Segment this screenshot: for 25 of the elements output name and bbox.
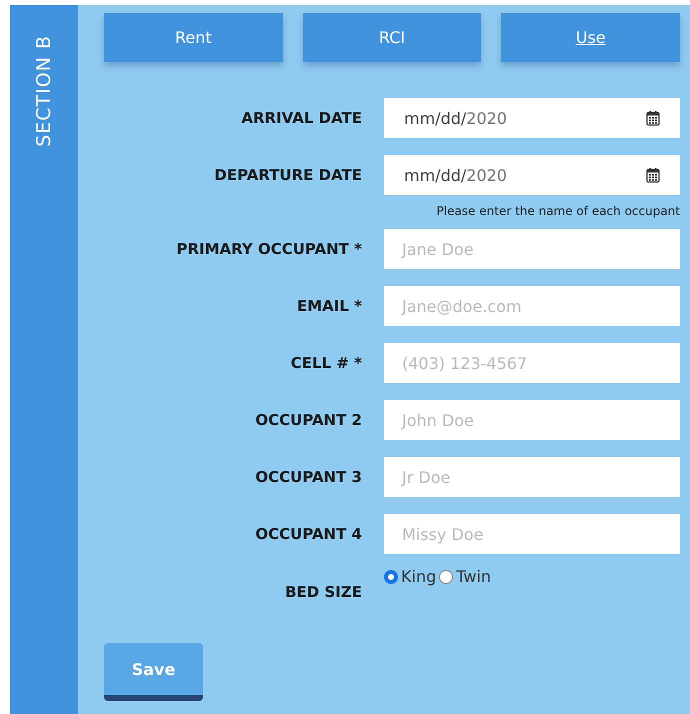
radio-label[interactable]: King: [401, 567, 436, 586]
input-field[interactable]: John Doe: [384, 400, 680, 440]
radio-label[interactable]: Twin: [456, 567, 492, 586]
field-label: OCCUPANT 2: [254, 411, 362, 429]
input-field[interactable]: (403) 123-4567: [384, 343, 680, 383]
field-label: ARRIVAL DATE: [240, 109, 362, 127]
date-field[interactable]: mm/dd/2020: [384, 155, 680, 195]
section-title: SECTION B: [33, 35, 55, 147]
input-field[interactable]: Jr Doe: [384, 457, 680, 497]
field-label: OCCUPANT 3: [254, 468, 362, 486]
date-field[interactable]: mm/dd/2020: [384, 98, 680, 138]
hint-text: Please enter the name of each occupant: [436, 204, 680, 218]
input-field[interactable]: Jane Doe: [384, 229, 680, 269]
field-label: OCCUPANT 4: [254, 525, 362, 543]
input-field[interactable]: Jane@doe.com: [384, 286, 680, 326]
radio-button[interactable]: [384, 570, 398, 584]
radio-button[interactable]: [439, 570, 454, 584]
field-label: CELL # *: [290, 354, 362, 372]
field-label: BED SIZE: [284, 583, 362, 601]
field-label: PRIMARY OCCUPANT *: [175, 240, 362, 258]
field-label: EMAIL *: [296, 297, 362, 315]
calendar-icon[interactable]: [646, 167, 660, 183]
input-field[interactable]: Missy Doe: [384, 514, 680, 554]
field-label: DEPARTURE DATE: [213, 166, 362, 184]
calendar-icon[interactable]: [646, 110, 660, 126]
